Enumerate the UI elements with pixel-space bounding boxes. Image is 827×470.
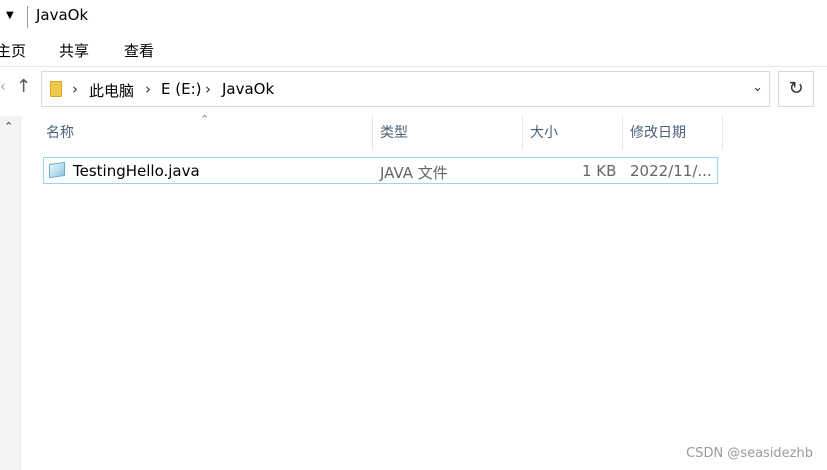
column-header-type[interactable]: 类型 bbox=[380, 122, 408, 148]
scroll-up-icon[interactable]: ⌃ bbox=[4, 120, 13, 133]
window-title: JavaOk bbox=[36, 6, 89, 24]
folder-icon bbox=[50, 81, 62, 97]
ribbon-tabs: 主页 共享 查看 bbox=[0, 34, 827, 67]
title-bar: ▼ JavaOk bbox=[0, 0, 827, 34]
quick-access-dropdown-icon[interactable]: ▼ bbox=[6, 10, 14, 21]
navigation-bar: ‹ ↑ › 此电脑 › E (E:) › JavaOk ⌄ ↻ bbox=[0, 66, 827, 116]
tab-home[interactable]: 主页 bbox=[0, 40, 26, 61]
file-name: TestingHello.java bbox=[73, 162, 200, 180]
column-header-modified[interactable]: 修改日期 bbox=[630, 122, 686, 148]
chevron-down-icon[interactable]: ⌄ bbox=[752, 80, 763, 95]
column-divider[interactable] bbox=[522, 116, 523, 150]
watermark: CSDN @seasidezhb bbox=[686, 446, 813, 461]
column-divider[interactable] bbox=[372, 116, 373, 150]
chevron-right-icon[interactable]: › bbox=[145, 80, 151, 98]
refresh-icon[interactable]: ↻ bbox=[778, 71, 814, 107]
column-divider[interactable] bbox=[622, 116, 623, 150]
java-file-icon bbox=[49, 161, 65, 179]
address-bar[interactable]: › 此电脑 › E (E:) › JavaOk ⌄ bbox=[41, 71, 770, 107]
file-modified: 2022/11/... bbox=[630, 162, 712, 180]
breadcrumb-javaok[interactable]: JavaOk bbox=[222, 80, 274, 98]
arrow-up-icon[interactable]: ↑ bbox=[16, 76, 31, 97]
breadcrumb-this-pc[interactable]: 此电脑 bbox=[89, 80, 134, 101]
tab-share[interactable]: 共享 bbox=[59, 40, 89, 61]
column-divider[interactable] bbox=[722, 116, 723, 150]
column-header-name[interactable]: 名称 bbox=[46, 122, 74, 148]
file-row[interactable]: TestingHello.java JAVA 文件 1 KB 2022/11/.… bbox=[43, 157, 718, 184]
chevron-right-icon[interactable]: › bbox=[205, 80, 211, 98]
column-header-size[interactable]: 大小 bbox=[530, 122, 558, 148]
breadcrumb-drive-e[interactable]: E (E:) bbox=[161, 80, 201, 98]
sort-ascending-icon: ⌃ bbox=[200, 113, 210, 126]
navigation-pane: ⌃ bbox=[0, 116, 21, 470]
file-type: JAVA 文件 bbox=[380, 164, 448, 182]
tab-view[interactable]: 查看 bbox=[124, 40, 154, 61]
chevron-right-icon[interactable]: › bbox=[72, 80, 78, 98]
file-size: 1 KB bbox=[582, 162, 617, 180]
title-separator bbox=[27, 6, 28, 28]
chevron-left-icon[interactable]: ‹ bbox=[0, 79, 6, 95]
